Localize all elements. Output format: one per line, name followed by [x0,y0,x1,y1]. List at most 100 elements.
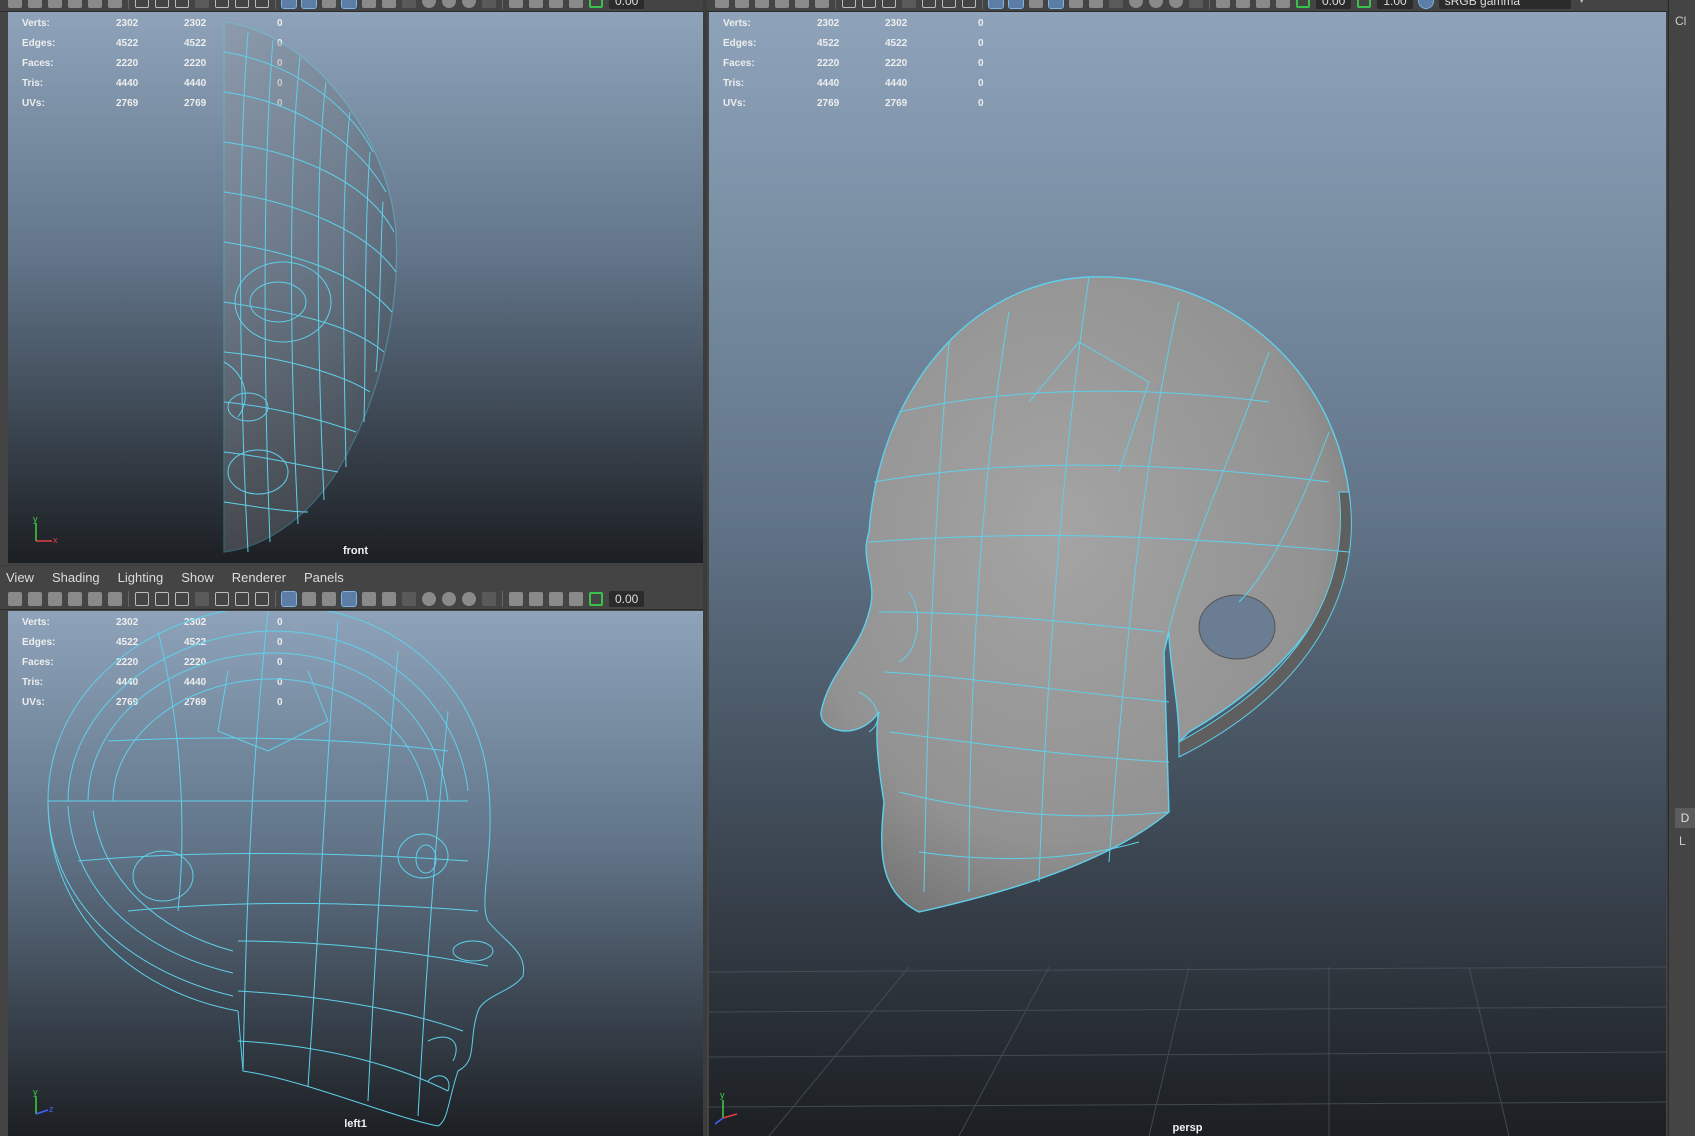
wireframe-on-shaded-icon[interactable] [1048,0,1064,9]
film-gate-icon[interactable] [155,591,169,606]
camera-attributes-icon[interactable] [28,591,42,606]
exposure-icon[interactable] [589,0,603,8]
safe-title-icon[interactable] [255,591,269,606]
smooth-shade-icon[interactable] [301,0,317,9]
anti-aliasing-icon[interactable] [462,591,476,606]
gamma-icon[interactable] [1357,0,1372,8]
layer-tab-label[interactable]: L [1679,834,1686,848]
grease-pencil-icon[interactable] [815,0,829,8]
grid-icon[interactable] [842,0,856,8]
exposure-icon[interactable] [589,591,603,606]
menu-shading[interactable]: Shading [52,570,100,585]
camera-icon[interactable] [715,0,729,8]
menu-renderer[interactable]: Renderer [232,570,286,585]
image-plane-icon[interactable] [68,0,82,8]
xray-active-icon[interactable] [549,591,563,606]
resolution-gate-icon[interactable] [175,0,189,8]
menu-lighting[interactable]: Lighting [118,570,164,585]
bookmark-icon[interactable] [48,591,62,606]
xray-joints-icon[interactable] [569,0,583,8]
default-material-icon[interactable] [322,591,336,606]
ambient-occlusion-icon[interactable] [422,591,436,606]
image-plane-icon[interactable] [68,591,82,606]
gate-mask-icon[interactable] [195,0,209,8]
left-viewport[interactable]: Verts: 2302 2302 0 Edges: 4522 4522 0 Faces: 22… [8,611,703,1136]
depth-of-field-icon[interactable] [482,591,496,606]
safe-action-icon[interactable] [942,0,956,8]
wireframe-icon[interactable] [281,590,297,607]
use-all-lights-icon[interactable] [1089,0,1103,8]
xray-icon[interactable] [529,591,543,606]
bookmark-icon[interactable] [48,0,62,8]
isolate-select-icon[interactable] [509,0,523,8]
film-gate-icon[interactable] [155,0,169,8]
xray-active-icon[interactable] [1256,0,1270,8]
menu-panels[interactable]: Panels [304,570,344,585]
isolate-select-icon[interactable] [1216,0,1230,8]
textured-icon[interactable] [1069,0,1083,8]
exposure-field[interactable]: 0.00 [609,0,645,9]
color-management-icon[interactable] [1417,0,1434,9]
display-tab-button[interactable]: D [1675,808,1695,828]
menu-show[interactable]: Show [181,570,214,585]
camera-icon[interactable] [8,591,22,606]
grease-pencil-icon[interactable] [108,591,122,606]
grease-pencil-icon[interactable] [108,0,122,8]
front-viewport[interactable]: Verts: 2302 2302 0 Edges: 4522 4522 0 Faces: 22… [8,12,703,563]
anti-aliasing-icon[interactable] [462,0,476,8]
safe-title-icon[interactable] [255,0,269,8]
xray-active-icon[interactable] [549,0,563,8]
2d-pan-zoom-icon[interactable] [88,591,102,606]
camera-attributes-icon[interactable] [28,0,42,8]
resolution-gate-icon[interactable] [175,591,189,606]
motion-blur-icon[interactable] [442,591,456,606]
field-chart-icon[interactable] [922,0,936,8]
camera-icon[interactable] [8,0,22,8]
motion-blur-icon[interactable] [442,0,456,8]
field-chart-icon[interactable] [215,0,229,8]
depth-of-field-icon[interactable] [1189,0,1203,8]
isolate-select-icon[interactable] [509,591,523,606]
wireframe-icon[interactable] [988,0,1004,9]
sidebar-top-label[interactable]: Cl [1675,14,1686,28]
wireframe-on-shaded-icon[interactable] [341,590,357,607]
gate-mask-icon[interactable] [195,591,209,606]
gamma-field[interactable]: 1.00 [1377,0,1413,9]
ambient-occlusion-icon[interactable] [1129,0,1143,8]
wireframe-icon[interactable] [281,0,297,9]
xray-joints-icon[interactable] [1276,0,1290,8]
anti-aliasing-icon[interactable] [1169,0,1183,8]
use-all-lights-icon[interactable] [382,591,396,606]
textured-icon[interactable] [362,591,376,606]
safe-title-icon[interactable] [962,0,976,8]
exposure-field[interactable]: 0.00 [609,590,645,607]
2d-pan-zoom-icon[interactable] [795,0,809,8]
persp-viewport[interactable]: Verts: 2302 2302 0 Edges: 4522 4522 0 Faces: 22… [709,12,1666,1136]
camera-attributes-icon[interactable] [735,0,749,8]
menu-view[interactable]: View [6,570,34,585]
view-transform-dropdown[interactable]: sRGB gamma [1438,0,1571,9]
gate-mask-icon[interactable] [902,0,916,8]
motion-blur-icon[interactable] [1149,0,1163,8]
xray-icon[interactable] [529,0,543,8]
textured-icon[interactable] [362,0,376,8]
shadows-icon[interactable] [402,591,416,606]
safe-action-icon[interactable] [235,591,249,606]
depth-of-field-icon[interactable] [482,0,496,8]
exposure-icon[interactable] [1296,0,1310,8]
xray-joints-icon[interactable] [569,591,583,606]
2d-pan-zoom-icon[interactable] [88,0,102,8]
image-plane-icon[interactable] [775,0,789,8]
shadows-icon[interactable] [402,0,416,8]
bookmark-icon[interactable] [755,0,769,8]
shadows-icon[interactable] [1109,0,1123,8]
field-chart-icon[interactable] [215,591,229,606]
wireframe-on-shaded-icon[interactable] [341,0,357,9]
safe-action-icon[interactable] [235,0,249,8]
resolution-gate-icon[interactable] [882,0,896,8]
default-material-icon[interactable] [1029,0,1043,8]
film-gate-icon[interactable] [862,0,876,8]
grid-icon[interactable] [135,0,149,8]
chevron-down-icon[interactable]: ▼ [1577,0,1587,6]
ambient-occlusion-icon[interactable] [422,0,436,8]
